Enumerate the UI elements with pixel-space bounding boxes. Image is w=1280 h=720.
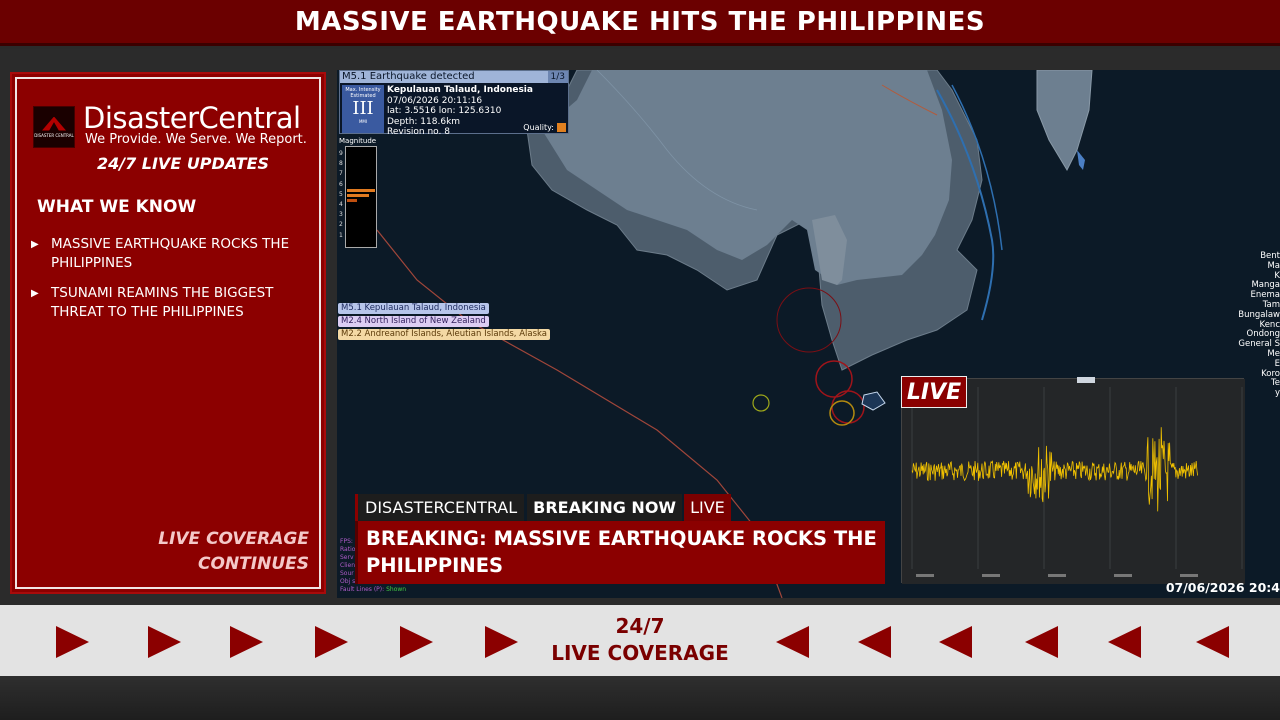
arrow-left-icon	[858, 626, 891, 658]
headline-bar: MASSIVE EARTHQUAKE HITS THE PHILIPPINES	[0, 0, 1280, 46]
bottom-coverage-label: 24/7 LIVE COVERAGE	[540, 613, 740, 667]
arrow-left-icon	[1025, 626, 1058, 658]
island-land	[542, 70, 952, 285]
quake-details: Kepulauan Talaud, Indonesia 07/06/2026 2…	[387, 85, 533, 138]
list-item-text: MASSIVE EARTHQUAKE ROCKS THE PHILIPPINES	[51, 236, 290, 271]
bullet-arrow-icon: ▶	[31, 239, 39, 250]
small-island-highlight	[1077, 150, 1085, 170]
lower-third-tags: DISASTERCENTRAL BREAKING NOW LIVE	[355, 494, 731, 521]
seismograph-window[interactable]	[901, 378, 1245, 584]
magnitude-bar	[347, 189, 375, 192]
live-badge: LIVE	[901, 376, 967, 408]
what-we-know-list: ▶ MASSIVE EARTHQUAKE ROCKS THE PHILIPPINE…	[31, 235, 301, 333]
tick-label: 5	[339, 190, 343, 198]
bottom-line-1: 24/7	[615, 614, 665, 638]
card-page-indicator[interactable]: 1/3	[547, 71, 568, 83]
tick-label: 8	[339, 160, 343, 168]
magnitude-bar	[347, 194, 369, 197]
arrow-left-icon	[1108, 626, 1141, 658]
what-we-know-heading: WHAT WE KNOW	[37, 197, 197, 217]
card-header: M5.1 Earthquake detected 1/3	[340, 71, 568, 83]
seismograph-title-button[interactable]	[1077, 377, 1095, 383]
coverage-line-1: LIVE COVERAGE	[158, 529, 309, 549]
logo-text: DISASTER CENTRAL	[34, 132, 74, 138]
magnitude-graph-title: Magnitude	[339, 137, 377, 145]
quake-datetime: 07/06/2026 20:11:16	[387, 95, 483, 106]
arrow-left-icon	[1196, 626, 1229, 658]
arrow-right-icon	[485, 626, 518, 658]
fault-lines-value: Shown	[386, 586, 407, 593]
quality-indicator: Quality:	[523, 123, 566, 132]
lower-third: DISASTERCENTRAL BREAKING NOW LIVE BREAKI…	[355, 494, 885, 586]
arrow-right-icon	[230, 626, 263, 658]
live-updates-label: 24/7 LIVE UPDATES	[96, 154, 270, 173]
list-item[interactable]: M2.4 North Island of New Zealand	[338, 316, 489, 327]
arrow-right-icon	[148, 626, 181, 658]
bottom-strip	[0, 676, 1280, 720]
live-coverage-continues: LIVE COVERAGE CONTINUES	[158, 527, 309, 577]
bottom-ticker: 24/7 LIVE COVERAGE	[0, 605, 1280, 676]
magnitude-graph-box	[345, 146, 377, 248]
epicenter-ring-2	[831, 390, 865, 424]
quake-revision: Revision no. 8	[387, 127, 450, 137]
intensity-unit: MMI	[358, 119, 368, 124]
list-item: ▶ MASSIVE EARTHQUAKE ROCKS THE PHILIPPINE…	[31, 235, 301, 273]
bottom-line-2: LIVE COVERAGE	[551, 641, 729, 665]
recent-quakes-list: M5.1 Kepulauan Talaud, Indonesia M2.4 No…	[338, 303, 551, 342]
lower-third-headline: BREAKING: MASSIVE EARTHQUAKE ROCKS THE P…	[355, 521, 885, 584]
map-datetime: 07/06/2026 20:4	[1165, 580, 1280, 595]
logo-mark-icon	[42, 116, 66, 131]
coverage-line-2: CONTINUES	[198, 554, 309, 574]
tick-label: 3	[339, 211, 343, 219]
arrow-left-icon	[939, 626, 972, 658]
list-item: ▶ TSUNAMI REAMINS THE BIGGEST THREAT TO T…	[31, 284, 301, 322]
seismo-background	[902, 379, 1245, 584]
tick-label: 4	[339, 201, 343, 209]
intensity-box: Max. Intensity Estimated III MMI	[342, 85, 384, 133]
info-panel-frame: DISASTER CENTRAL DisasterCentral We Prov…	[15, 77, 321, 589]
quake-depth: Depth: 118.6km	[387, 116, 461, 127]
arrow-right-icon	[56, 626, 89, 658]
list-item[interactable]: M5.1 Kepulauan Talaud, Indonesia	[338, 303, 489, 314]
arrow-left-icon	[776, 626, 809, 658]
town-label: Me	[1267, 348, 1280, 359]
info-panel: DISASTER CENTRAL DisasterCentral We Prov…	[10, 72, 326, 594]
live-tag: LIVE	[684, 494, 731, 521]
card-title: M5.1 Earthquake detected	[342, 71, 475, 82]
channel-label: DISASTERCENTRAL	[355, 494, 525, 521]
list-item[interactable]: M2.2 Andreanof Islands, Aleutian Islands…	[338, 329, 551, 340]
magnitude-bar	[347, 199, 357, 202]
headline-title: MASSIVE EARTHQUAKE HITS THE PHILIPPINES	[294, 6, 986, 37]
earthquake-detected-card: M5.1 Earthquake detected 1/3 Max. Intens…	[339, 70, 569, 137]
tick-label: 9	[339, 150, 343, 157]
tick-label: 6	[339, 180, 343, 188]
epicenter-ring-4	[752, 394, 770, 412]
brand-name: DisasterCentral	[83, 101, 301, 135]
arrow-right-icon	[315, 626, 348, 658]
town-labels: Bent Ma K Manga Enema Tam Bungalaw Kenc …	[1238, 251, 1280, 399]
quake-location: Kepulauan Talaud, Indonesia	[387, 85, 533, 95]
seismograph-plot	[902, 379, 1245, 584]
quality-swatch	[557, 123, 566, 132]
brand-tagline: We Provide. We Serve. We Report.	[85, 132, 307, 147]
magnitude-graph: Magnitude 9 8 7 6 5 4 3 2 1	[339, 137, 379, 249]
tick-label: 1	[339, 231, 343, 239]
fault-lines-label: Fault Lines (P):	[340, 586, 385, 593]
list-item-text: TSUNAMI REAMINS THE BIGGEST THREAT TO TH…	[51, 285, 274, 320]
bullet-arrow-icon: ▶	[31, 288, 39, 299]
islet	[861, 391, 886, 411]
intensity-value: III	[352, 98, 374, 119]
disastercentral-logo: DISASTER CENTRAL	[33, 106, 75, 148]
arrow-right-icon	[400, 626, 433, 658]
magnitude-graph-ticks: 9 8 7 6 5 4 3 2 1	[339, 149, 343, 241]
tick-label: 7	[339, 170, 343, 178]
small-island-ne	[1036, 70, 1093, 172]
tick-label: 2	[339, 221, 343, 229]
breaking-now-tag: BREAKING NOW	[527, 494, 683, 521]
fault-lines-status: Fault Lines (P): Shown	[340, 586, 406, 594]
quake-coordinates: lat: 3.5516 lon: 125.6310	[387, 106, 502, 116]
quality-label: Quality:	[523, 123, 554, 132]
